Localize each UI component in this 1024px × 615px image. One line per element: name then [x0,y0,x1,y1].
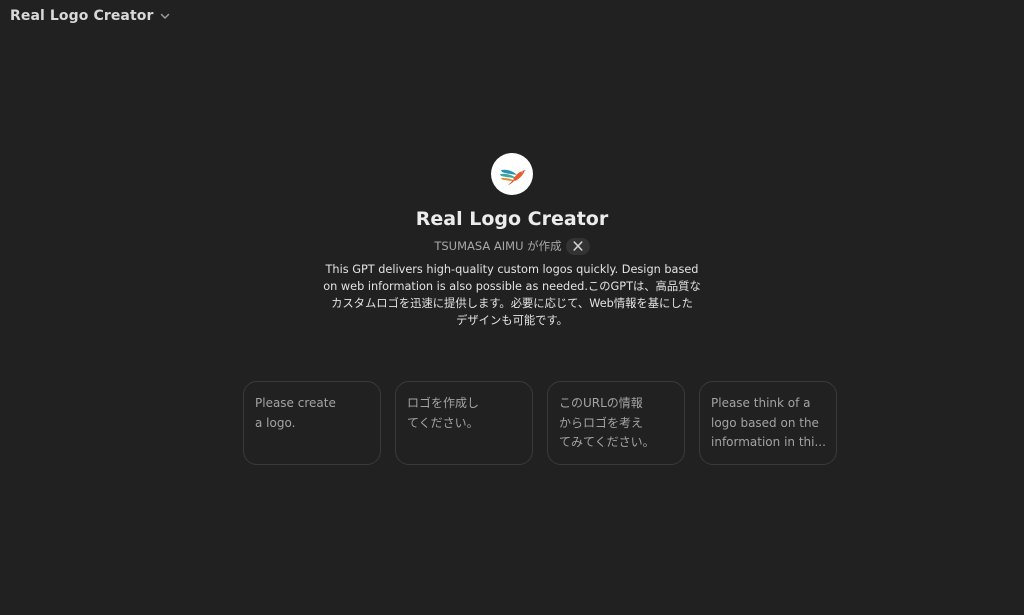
x-logo-icon[interactable] [565,237,590,255]
bird-logo-icon [491,153,533,195]
starter-text: a logo. [255,415,296,430]
gpt-intro: Real Logo Creator TSUMASA AIMU が作成 This … [0,153,1024,329]
conversation-starters: Please create a logo. ロゴを作成し てください。 このUR… [243,381,837,465]
starter-card-url-logo-ja[interactable]: このURLの情報 からロゴを考え てみてください。 [547,381,685,465]
author-byline: TSUMASA AIMU が作成 [434,236,590,256]
author-label: TSUMASA AIMU が作成 [434,239,562,253]
description-line: This GPT delivers high-quality custom lo… [325,263,699,276]
starter-text: ロゴを作成し [407,396,480,410]
starter-text: logo based on the [711,415,819,430]
starter-text: てください。 [407,415,479,430]
gpt-title: Real Logo Creator [415,208,609,230]
description-line: カスタムロゴを迅速に提供します。必要に応じて、Web情報を基にした [331,297,693,310]
app-window: Real Logo Creator Real Logo Creator TSUM… [0,0,1024,615]
starter-text: Please create [255,396,336,410]
starter-text: information in thi... [711,435,826,449]
starter-text: このURLの情報 [559,396,643,410]
starter-card-create-logo-ja[interactable]: ロゴを作成し てください。 [395,381,533,465]
gpt-description: This GPT delivers high-quality custom lo… [312,261,712,329]
description-line: on web information is also possible as n… [323,280,701,293]
chevron-down-icon [159,10,171,22]
starter-text: からロゴを考え [559,415,644,430]
starter-text: Please think of a [711,396,811,410]
gpt-selector-button[interactable]: Real Logo Creator [4,4,177,28]
starter-text: てみてください。 [559,435,655,449]
starter-card-create-logo[interactable]: Please create a logo. [243,381,381,465]
description-line: デザインも可能です。 [456,314,568,327]
header-title: Real Logo Creator [10,8,154,24]
starter-card-info-logo[interactable]: Please think of a logo based on the info… [699,381,837,465]
